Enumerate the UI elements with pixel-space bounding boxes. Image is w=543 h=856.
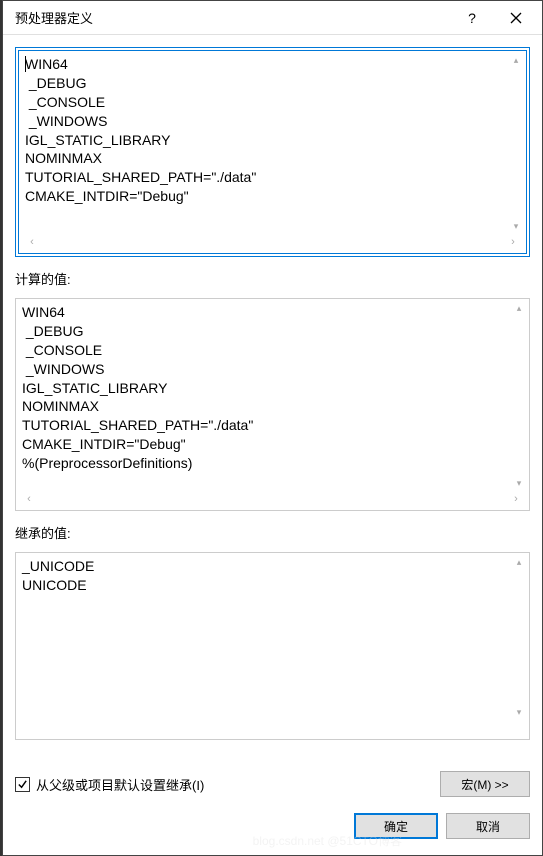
preprocessor-definitions-dialog: 预处理器定义 ? WIN64 _DEBUG _CONSOLE _WINDOWS … xyxy=(2,0,543,856)
editor-scrollbar-horizontal[interactable]: ‹ › xyxy=(21,233,524,251)
inherited-scrollbar-vertical[interactable]: ▴ ▾ xyxy=(511,555,527,719)
close-icon[interactable] xyxy=(500,4,532,32)
scroll-down-icon[interactable]: ▾ xyxy=(512,705,526,719)
inherit-checkbox-label: 从父级或项目默认设置继承(I) xyxy=(36,775,204,794)
definitions-editor-wrapper: WIN64 _DEBUG _CONSOLE _WINDOWS IGL_STATI… xyxy=(15,47,530,257)
inherited-text: _UNICODE UNICODE xyxy=(16,553,529,739)
scroll-left-icon[interactable]: ‹ xyxy=(25,235,39,249)
computed-scrollbar-horizontal[interactable]: ‹ › xyxy=(18,490,527,508)
computed-values-box: WIN64 _DEBUG _CONSOLE _WINDOWS IGL_STATI… xyxy=(15,298,530,511)
inherit-checkbox[interactable] xyxy=(15,777,30,792)
scroll-right-icon[interactable]: › xyxy=(506,235,520,249)
computed-text: WIN64 _DEBUG _CONSOLE _WINDOWS IGL_STATI… xyxy=(16,299,529,490)
help-icon[interactable]: ? xyxy=(456,4,488,32)
inherited-values-box: _UNICODE UNICODE ▴ ▾ xyxy=(15,552,530,740)
inherited-label: 继承的值: xyxy=(15,523,530,542)
scroll-down-icon[interactable]: ▾ xyxy=(509,219,523,233)
dialog-title: 预处理器定义 xyxy=(15,8,456,27)
cancel-button[interactable]: 取消 xyxy=(446,813,530,839)
titlebar-buttons: ? xyxy=(456,4,532,32)
titlebar: 预处理器定义 ? xyxy=(3,1,542,35)
scroll-left-icon[interactable]: ‹ xyxy=(22,492,36,506)
editor-scrollbar-vertical[interactable]: ▴ ▾ xyxy=(508,53,524,233)
inherit-checkbox-row[interactable]: 从父级或项目默认设置继承(I) 宏(M) >> xyxy=(15,765,530,803)
scroll-up-icon[interactable]: ▴ xyxy=(512,555,526,569)
definitions-text[interactable]: WIN64 _DEBUG _CONSOLE _WINDOWS IGL_STATI… xyxy=(19,51,526,233)
macro-button[interactable]: 宏(M) >> xyxy=(440,771,530,797)
scroll-down-icon[interactable]: ▾ xyxy=(512,476,526,490)
dialog-content: WIN64 _DEBUG _CONSOLE _WINDOWS IGL_STATI… xyxy=(3,35,542,855)
definitions-editor[interactable]: WIN64 _DEBUG _CONSOLE _WINDOWS IGL_STATI… xyxy=(18,50,527,254)
computed-scrollbar-vertical[interactable]: ▴ ▾ xyxy=(511,301,527,490)
ok-button[interactable]: 确定 xyxy=(354,813,438,839)
scroll-up-icon[interactable]: ▴ xyxy=(512,301,526,315)
scroll-right-icon[interactable]: › xyxy=(509,492,523,506)
dialog-buttons-row: 确定 取消 xyxy=(15,811,530,845)
computed-label: 计算的值: xyxy=(15,269,530,288)
scroll-up-icon[interactable]: ▴ xyxy=(509,53,523,67)
